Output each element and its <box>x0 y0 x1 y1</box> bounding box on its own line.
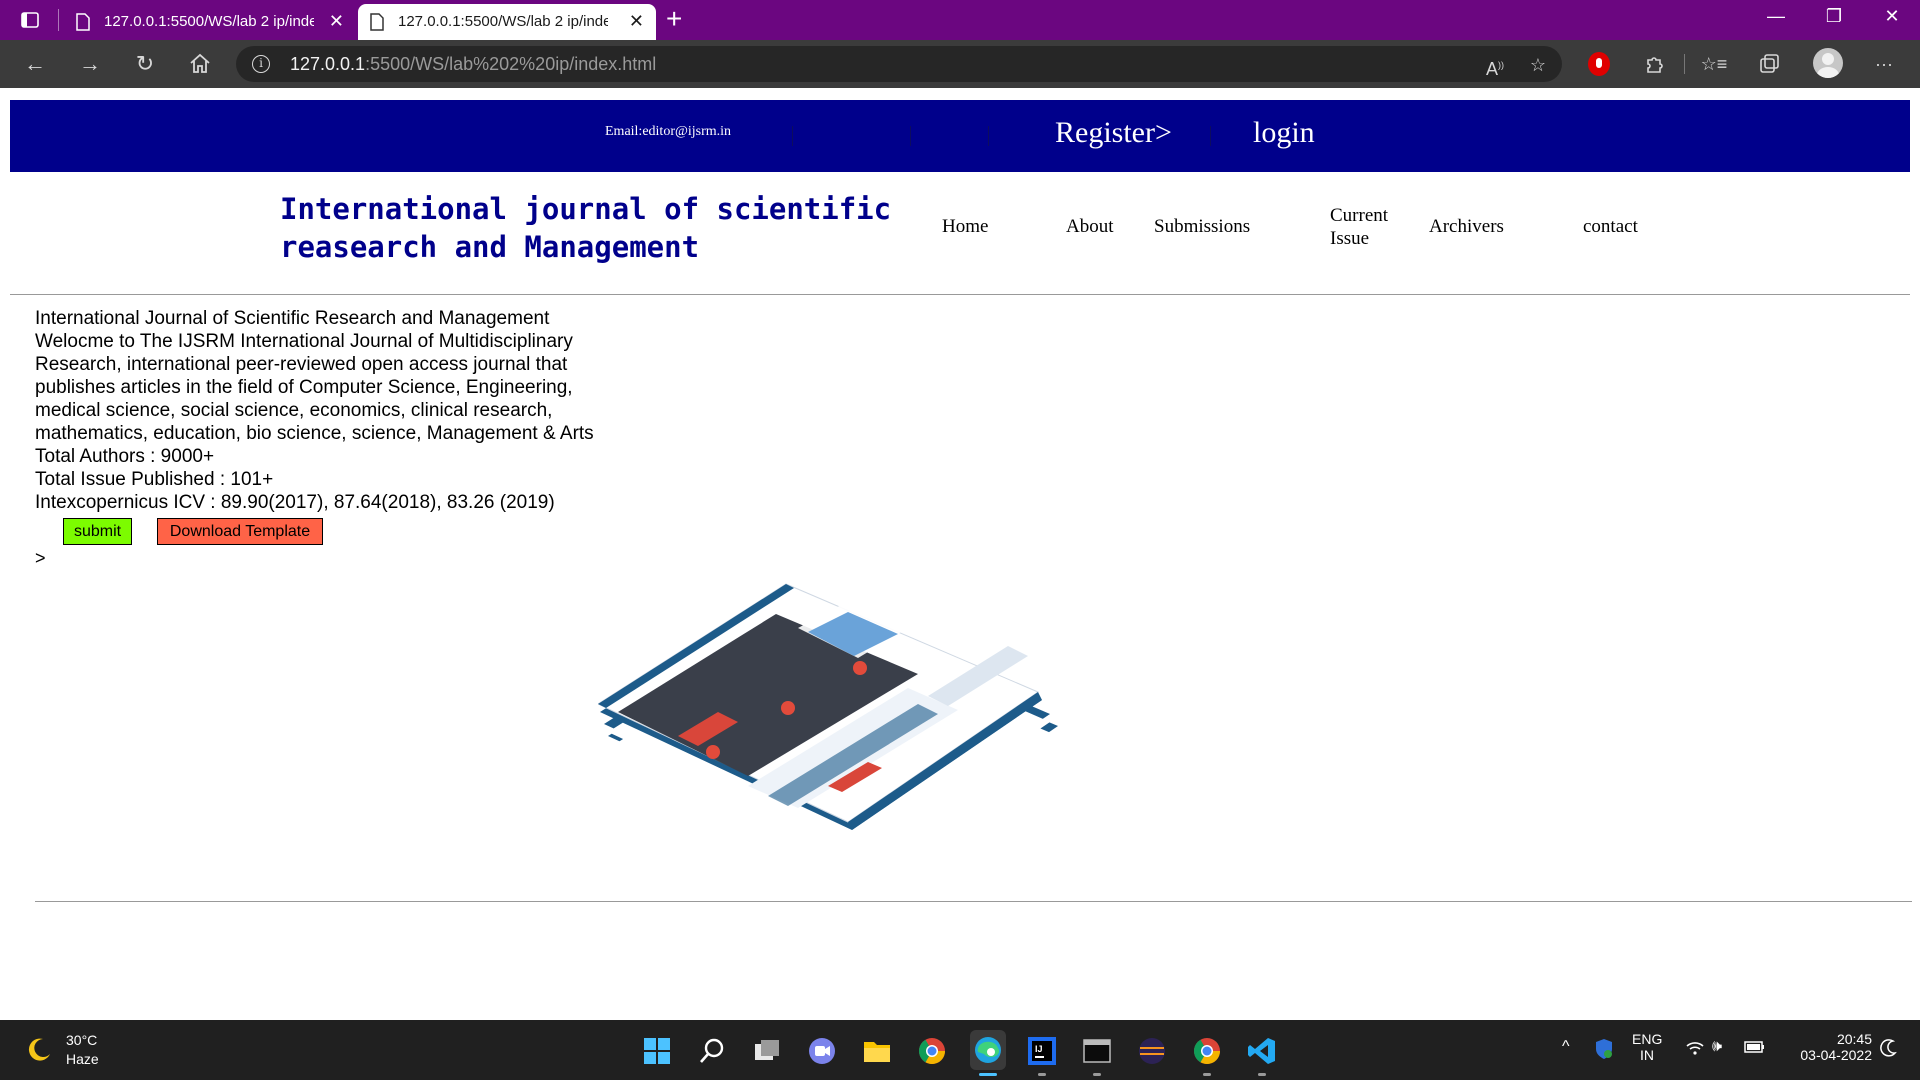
tab-separator <box>58 9 59 31</box>
battery-icon[interactable] <box>1744 1040 1766 1057</box>
intro-heading: International Journal of Scientific Rese… <box>35 308 550 329</box>
info-icon[interactable]: i <box>252 55 270 73</box>
tab-actions-icon[interactable] <box>20 10 40 30</box>
file-explorer-icon[interactable] <box>862 1036 892 1066</box>
nav-submissions[interactable]: Submissions <box>1154 216 1250 238</box>
nav-archivers[interactable]: Archivers <box>1429 216 1504 238</box>
total-issues: Total Issue Published : 101+ <box>35 469 274 490</box>
task-view-icon[interactable] <box>752 1036 782 1066</box>
start-icon[interactable] <box>642 1036 672 1066</box>
divider <box>1210 126 1211 146</box>
address-bar[interactable]: i 127.0.0.1:5500/WS/lab%202%20ip/index.h… <box>236 46 1562 82</box>
extension-icon[interactable] <box>1588 52 1610 76</box>
clock-time: 20:45 <box>1836 1031 1872 1047</box>
browser-toolbar: ← → ↻ i 127.0.0.1:5500/WS/lab%202%20ip/i… <box>0 40 1920 88</box>
region-code: IN <box>1640 1047 1654 1063</box>
clock-date: 03-04-2022 <box>1800 1047 1872 1063</box>
browser-title-bar: 127.0.0.1:5500/WS/lab 2 ip/index. ✕ 127.… <box>0 0 1920 40</box>
page-icon <box>76 13 90 31</box>
stray-text: > <box>35 548 46 568</box>
volume-icon[interactable]: 🕪 <box>1712 1038 1722 1056</box>
svg-text:IJ: IJ <box>1035 1044 1043 1054</box>
toolbar-divider <box>1684 54 1685 74</box>
top-contact-bar: Email:editor@ijsrm.in Register> login <box>10 100 1910 172</box>
collections-icon[interactable] <box>1755 50 1783 78</box>
chrome-icon[interactable] <box>1192 1036 1222 1066</box>
download-template-button[interactable]: Download Template <box>157 518 323 545</box>
chrome-icon[interactable] <box>917 1036 947 1066</box>
running-app-indicator <box>1038 1073 1046 1076</box>
intro-description: Welocme to The IJSRM International Journ… <box>35 331 594 444</box>
journal-title: International journal of scientific reas… <box>280 192 892 264</box>
tab-title: 127.0.0.1:5500/WS/lab 2 ip/index. <box>104 13 314 30</box>
windows-taskbar: 30°C Haze IJ ^ ENG IN 🕪 20:45 03-04-2022 <box>0 1020 1920 1080</box>
vscode-icon[interactable] <box>1247 1036 1277 1066</box>
new-tab-icon[interactable]: + <box>666 5 682 33</box>
nav-contact[interactable]: contact <box>1583 216 1638 238</box>
divider <box>988 126 989 146</box>
moon-icon <box>28 1038 50 1061</box>
weather-condition: Haze <box>66 1051 99 1067</box>
tab-title: 127.0.0.1:5500/WS/lab 2 ip/index. <box>398 13 608 30</box>
back-icon[interactable]: ← <box>21 50 49 78</box>
weather-temp: 30°C <box>66 1032 98 1048</box>
register-link[interactable]: Register> <box>1055 116 1172 150</box>
tab-close-icon[interactable]: ✕ <box>629 12 644 30</box>
running-app-indicator <box>1203 1073 1211 1076</box>
journal-website-mockup-image <box>596 576 1058 880</box>
icv-values: Intexcopernicus ICV : 89.90(2017), 87.64… <box>35 492 555 513</box>
puzzle-icon[interactable] <box>1641 50 1669 78</box>
defender-icon[interactable] <box>1594 1038 1614 1063</box>
running-app-indicator <box>1093 1073 1101 1076</box>
favorites-icon[interactable]: ☆≡ <box>1700 50 1728 78</box>
running-app-indicator <box>1258 1073 1266 1076</box>
clock[interactable]: 20:45 03-04-2022 <box>1776 1031 1872 1063</box>
language-code: ENG <box>1632 1031 1663 1047</box>
email-text: Email:editor@ijsrm.in <box>605 124 732 139</box>
tab-close-icon[interactable]: ✕ <box>329 12 344 30</box>
nav-current-issue[interactable]: Current Issue <box>1330 204 1400 250</box>
browser-tab-2[interactable]: 127.0.0.1:5500/WS/lab 2 ip/index. ✕ <box>358 4 656 40</box>
submit-button[interactable]: submit <box>63 518 132 545</box>
restore-icon[interactable]: ❐ <box>1814 6 1854 27</box>
active-app-indicator <box>979 1073 997 1076</box>
language-indicator[interactable]: ENG IN <box>1632 1031 1662 1063</box>
refresh-icon[interactable]: ↻ <box>131 50 159 78</box>
eclipse-icon[interactable] <box>1137 1036 1167 1066</box>
url-text[interactable]: 127.0.0.1:5500/WS/lab%202%20ip/index.htm… <box>290 54 656 75</box>
nav-home[interactable]: Home <box>942 216 988 238</box>
browser-tab-1[interactable]: 127.0.0.1:5500/WS/lab 2 ip/index. ✕ <box>64 4 356 40</box>
terminal-icon[interactable] <box>1082 1036 1112 1066</box>
divider <box>910 126 911 146</box>
edge-icon[interactable] <box>970 1030 1006 1070</box>
more-icon[interactable]: ··· <box>1870 50 1898 78</box>
read-aloud-icon[interactable]: A)) <box>1482 52 1508 79</box>
wifi-icon[interactable] <box>1686 1040 1704 1059</box>
home-icon[interactable] <box>186 50 214 78</box>
minimize-icon[interactable]: — <box>1756 6 1796 27</box>
total-authors: Total Authors : 9000+ <box>35 446 215 467</box>
notification-icon[interactable] <box>1880 1038 1898 1061</box>
show-hidden-icons-icon[interactable]: ^ <box>1562 1038 1570 1056</box>
page-icon <box>370 13 384 31</box>
profile-icon[interactable] <box>1813 48 1843 78</box>
intro-text: International Journal of Scientific Rese… <box>35 307 635 514</box>
teams-chat-icon[interactable] <box>807 1036 837 1066</box>
close-icon[interactable]: ✕ <box>1872 6 1912 27</box>
forward-icon[interactable]: → <box>76 50 104 78</box>
page-viewport: Email:editor@ijsrm.in Register> login In… <box>0 88 1920 1020</box>
login-link[interactable]: login <box>1253 116 1315 150</box>
footer-divider <box>35 901 1912 902</box>
divider <box>792 126 793 146</box>
header-divider <box>10 294 1910 295</box>
intellij-icon[interactable]: IJ <box>1027 1036 1057 1066</box>
favorite-add-icon[interactable]: ☆ <box>1525 52 1551 78</box>
search-icon[interactable] <box>697 1036 727 1066</box>
nav-about[interactable]: About <box>1066 216 1114 238</box>
